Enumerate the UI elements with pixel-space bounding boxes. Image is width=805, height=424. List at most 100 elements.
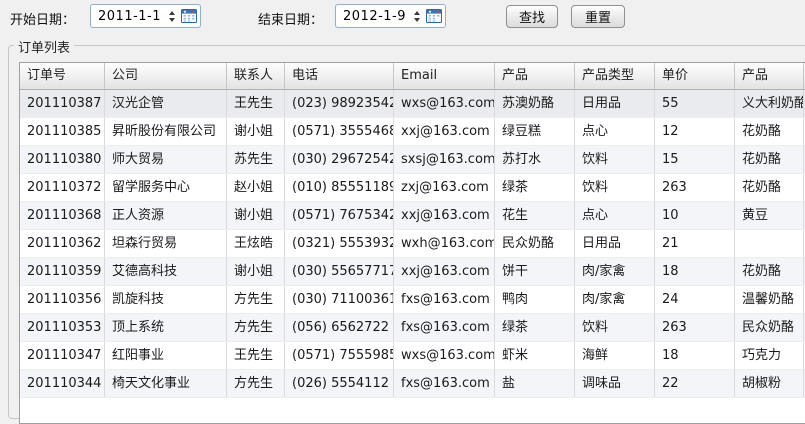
table-row[interactable]: 201110353顶上系统方先生(056) 6562722fxs@163.com… — [20, 314, 805, 342]
spin-down-icon[interactable] — [169, 18, 175, 22]
end-date-spinner[interactable] — [410, 11, 423, 22]
reset-button[interactable]: 重置 — [571, 5, 625, 28]
find-button[interactable]: 查找 — [506, 5, 558, 28]
table-cell: 201110347 — [20, 342, 105, 369]
table-cell: 方先生 — [227, 314, 285, 341]
column-header-1[interactable]: 公司 — [105, 63, 227, 89]
table-row[interactable]: 201110385昇昕股份有限公司谢小姐(0571) 3555468xxj@16… — [20, 118, 805, 146]
table-cell: 顶上系统 — [105, 314, 227, 341]
table-row[interactable]: 201110347红阳事业王先生(0571) 7555985wxs@163.co… — [20, 342, 805, 370]
table-cell: 义大利奶酪 — [735, 90, 804, 117]
end-date-input[interactable]: 2012-1-9 — [335, 4, 446, 28]
table-cell: 201110356 — [20, 286, 105, 313]
table-cell: xxj@163.com — [394, 118, 495, 145]
start-date-label: 开始日期： — [10, 9, 75, 28]
table-cell: 王先生 — [227, 342, 285, 369]
table-cell: 263 — [655, 314, 735, 341]
table-cell: 海鲜 — [575, 342, 655, 369]
table-cell: 18 — [655, 258, 735, 285]
start-date-calendar-button[interactable] — [178, 9, 200, 23]
column-header-5[interactable]: 产品 — [495, 63, 575, 89]
table-cell: 201110344 — [20, 370, 105, 397]
column-header-7[interactable]: 单价 — [655, 63, 735, 89]
table-row[interactable]: 201110380师大贸易苏先生(030) 29672542sxsj@163.c… — [20, 146, 805, 174]
column-header-4[interactable]: Email — [394, 63, 495, 89]
table-cell: 饮料 — [575, 174, 655, 201]
table-cell: (0571) 3555468 — [285, 118, 394, 145]
table-cell: (056) 6562722 — [285, 314, 394, 341]
table-cell: 方先生 — [227, 286, 285, 313]
table-cell: 55 — [655, 90, 735, 117]
spin-down-icon[interactable] — [414, 18, 420, 22]
column-header-8[interactable]: 产品 — [735, 63, 804, 89]
table-cell: (0571) 7675342 — [285, 202, 394, 229]
table-cell: (023) 98923542 — [285, 90, 394, 117]
table-cell: fxs@163.com — [394, 286, 495, 313]
table-cell: 12 — [655, 118, 735, 145]
table-cell: 花奶酪 — [735, 146, 804, 173]
table-row[interactable]: 201110344椅天文化事业方先生(026) 5554112fxs@163.c… — [20, 370, 805, 398]
table-cell: 谢小姐 — [227, 258, 285, 285]
table-cell: (0571) 7555985 — [285, 342, 394, 369]
table-cell: (0321) 5553932 — [285, 230, 394, 257]
table-cell: fxs@163.com — [394, 370, 495, 397]
table-row[interactable]: 201110356凯旋科技方先生(030) 71100361fxs@163.co… — [20, 286, 805, 314]
column-header-2[interactable]: 联系人 — [227, 63, 285, 89]
table-cell: 师大贸易 — [105, 146, 227, 173]
table-cell: 饮料 — [575, 314, 655, 341]
table-cell: xxj@163.com — [394, 258, 495, 285]
groupbox-title: 订单列表 — [14, 37, 74, 56]
table-row[interactable]: 201110387汉光企管王先生(023) 98923542wxs@163.co… — [20, 90, 805, 118]
table-cell: 花奶酪 — [735, 174, 804, 201]
spin-up-icon[interactable] — [169, 11, 175, 15]
table-cell: 日用品 — [575, 230, 655, 257]
table-cell: 点心 — [575, 118, 655, 145]
table-cell: 谢小姐 — [227, 202, 285, 229]
order-list-groupbox: 订单列表 订单号公司联系人电话Email产品产品类型单价产品 201110387… — [8, 45, 805, 419]
table-cell: 22 — [655, 370, 735, 397]
table-cell: 201110362 — [20, 230, 105, 257]
spin-up-icon[interactable] — [414, 11, 420, 15]
table-cell: 正人资源 — [105, 202, 227, 229]
table-cell: 201110380 — [20, 146, 105, 173]
table-cell: 调味品 — [575, 370, 655, 397]
table-cell — [735, 230, 804, 257]
table-cell: 15 — [655, 146, 735, 173]
start-date-input[interactable]: 2011-1-1 — [90, 4, 201, 28]
table-cell: 椅天文化事业 — [105, 370, 227, 397]
table-cell: 民众奶酪 — [735, 314, 804, 341]
table-cell: 王炫皓 — [227, 230, 285, 257]
table-cell: 艾德高科技 — [105, 258, 227, 285]
calendar-icon — [181, 9, 197, 23]
table-cell: 黄豆 — [735, 202, 804, 229]
table-row[interactable]: 201110372留学服务中心赵小姐(010) 85551189zxj@163.… — [20, 174, 805, 202]
app-window: { "toolbar": { "start_date_label": "开始日期… — [0, 0, 805, 400]
orders-table: 订单号公司联系人电话Email产品产品类型单价产品 201110387汉光企管王… — [19, 62, 805, 424]
table-cell: 苏澳奶酪 — [495, 90, 575, 117]
table-cell: 民众奶酪 — [495, 230, 575, 257]
table-cell: 肉/家禽 — [575, 286, 655, 313]
table-cell: (030) 29672542 — [285, 146, 394, 173]
table-cell: 胡椒粉 — [735, 370, 804, 397]
table-cell: 赵小姐 — [227, 174, 285, 201]
table-row[interactable]: 201110368正人资源谢小姐(0571) 7675342xxj@163.co… — [20, 202, 805, 230]
table-cell: wxs@163.com — [394, 90, 495, 117]
end-date-calendar-button[interactable] — [423, 9, 445, 23]
end-date-label: 结束日期： — [258, 9, 323, 28]
start-date-spinner[interactable] — [165, 11, 178, 22]
table-cell: 绿茶 — [495, 314, 575, 341]
table-cell: zxj@163.com — [394, 174, 495, 201]
column-header-6[interactable]: 产品类型 — [575, 63, 655, 89]
table-cell: 201110387 — [20, 90, 105, 117]
table-cell: sxsj@163.com — [394, 146, 495, 173]
table-cell: 鸭肉 — [495, 286, 575, 313]
table-header: 订单号公司联系人电话Email产品产品类型单价产品 — [20, 63, 805, 90]
table-cell: (010) 85551189 — [285, 174, 394, 201]
table-row[interactable]: 201110362坦森行贸易王炫皓(0321) 5553932wxh@163.c… — [20, 230, 805, 258]
column-header-3[interactable]: 电话 — [285, 63, 394, 89]
end-date-value: 2012-1-9 — [336, 9, 410, 24]
column-header-0[interactable]: 订单号 — [20, 63, 105, 89]
table-cell: 王先生 — [227, 90, 285, 117]
table-row[interactable]: 201110359艾德高科技谢小姐(030) 55657717xxj@163.c… — [20, 258, 805, 286]
table-cell: 263 — [655, 174, 735, 201]
